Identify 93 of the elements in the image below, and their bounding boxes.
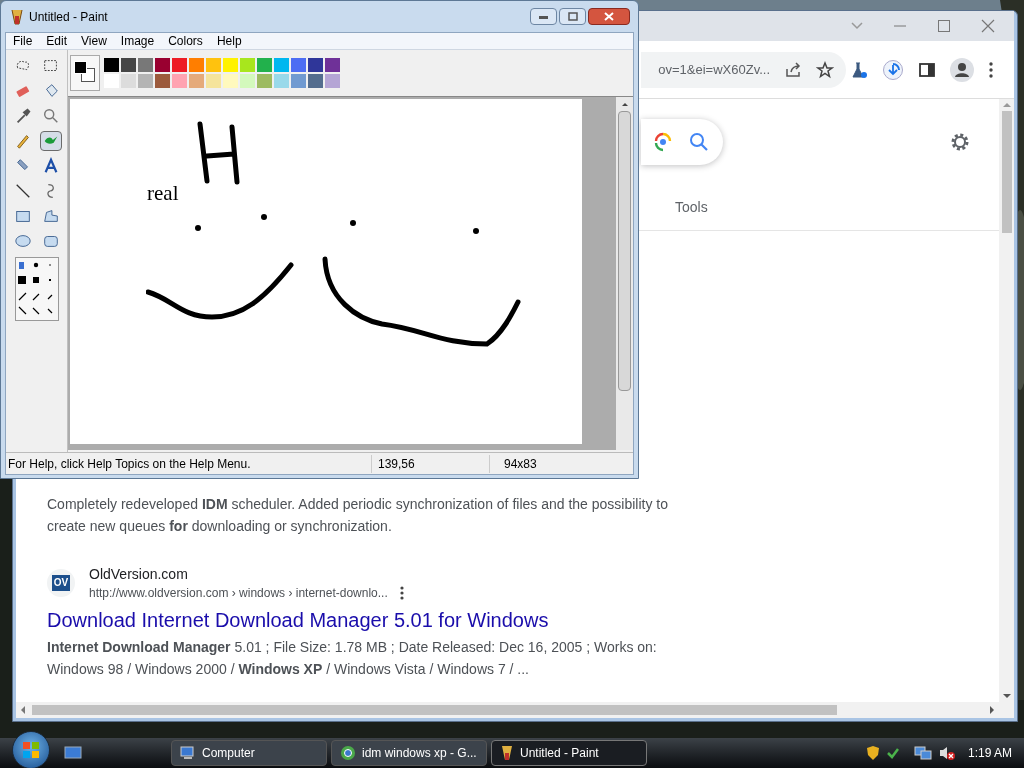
- browser-icon: [340, 745, 356, 761]
- result-snippet: Internet Download Manager 5.01 ; File Size: 1.78 MB ; Date Released: Dec 16, 2005 ; Works on: Windows 98 / Windows 2000 / Windows XP / Windows Vista / Windows 7 / ...: [47, 638, 658, 679]
- color-swatch[interactable]: [104, 58, 119, 72]
- favicon-text: OV: [51, 575, 71, 591]
- color-swatch[interactable]: [138, 58, 153, 72]
- horizontal-scrollbar[interactable]: [16, 702, 999, 718]
- color-swatch[interactable]: [274, 74, 289, 88]
- network-icon[interactable]: [913, 745, 932, 761]
- maximize-icon: [567, 12, 578, 21]
- menu-item[interactable]: Help: [209, 32, 249, 50]
- search-icon[interactable]: [689, 131, 709, 152]
- current-colors[interactable]: [70, 55, 100, 91]
- camera-search-icon[interactable]: [653, 131, 673, 152]
- share-icon[interactable]: [784, 60, 802, 79]
- brush-icon[interactable]: [39, 131, 62, 151]
- tab-search-icon[interactable]: [850, 21, 864, 31]
- scroll-thumb[interactable]: [32, 705, 837, 715]
- taskbar-button[interactable]: Untitled - Paint: [491, 740, 647, 766]
- download-icon[interactable]: [882, 58, 904, 81]
- color-swatch[interactable]: [308, 74, 323, 88]
- color-swatch[interactable]: [308, 58, 323, 72]
- color-swatch[interactable]: [206, 74, 221, 88]
- clock: 1:19 AM: [967, 745, 1012, 762]
- check-icon[interactable]: [885, 746, 900, 760]
- canvas-text: real: [147, 183, 179, 204]
- color-swatch[interactable]: [189, 58, 204, 72]
- avatar-icon[interactable]: [950, 57, 974, 82]
- menu-item[interactable]: File: [6, 32, 40, 50]
- cursor-position: 139,56: [372, 454, 490, 473]
- site-url: http://www.oldversion.com › windows › internet-downlo...: [89, 585, 388, 602]
- menu-icon[interactable]: [988, 60, 994, 79]
- result-snippet: Completely redeveloped IDM scheduler. Added periodic synchronization of files and the possibility to create new queues for downloading or synchronization.: [47, 495, 670, 536]
- color-swatch[interactable]: [206, 58, 221, 72]
- windows-logo-icon: [22, 741, 40, 759]
- maximize-icon[interactable]: [936, 18, 952, 34]
- color-swatch[interactable]: [325, 74, 340, 88]
- address-text: ov=1&ei=wX60Zv...: [658, 60, 770, 79]
- minimize-button[interactable]: [530, 8, 557, 25]
- maximize-button[interactable]: [559, 8, 586, 25]
- status-help-text: For Help, click Help Topics on the Help Menu.: [6, 454, 372, 473]
- menu-item[interactable]: Edit: [39, 32, 75, 50]
- show-desktop-icon[interactable]: [64, 746, 82, 760]
- color-swatch[interactable]: [223, 74, 238, 88]
- scroll-left-icon: [20, 706, 26, 714]
- paint-app-icon: [9, 7, 25, 26]
- color-swatch[interactable]: [257, 74, 272, 88]
- close-icon[interactable]: [980, 18, 996, 34]
- brush-shape-options[interactable]: [14, 257, 59, 321]
- color-swatch[interactable]: [274, 58, 289, 72]
- menu-item[interactable]: Image: [113, 32, 162, 50]
- color-swatch[interactable]: [240, 74, 255, 88]
- close-icon: [604, 12, 614, 21]
- color-swatch[interactable]: [240, 58, 255, 72]
- menu-item[interactable]: View: [74, 32, 114, 50]
- side-panel-icon[interactable]: [918, 60, 936, 79]
- search-box[interactable]: [641, 118, 723, 165]
- color-swatch[interactable]: [172, 74, 187, 88]
- scroll-thumb[interactable]: [1001, 111, 1012, 233]
- window-title: Untitled - Paint: [29, 8, 108, 26]
- taskbar-button[interactable]: Computer: [171, 740, 327, 766]
- drawing-canvas[interactable]: real: [70, 99, 582, 444]
- color-swatch[interactable]: [257, 58, 272, 72]
- menu-item[interactable]: Colors: [161, 32, 210, 50]
- selection-size: 94x83: [503, 455, 538, 473]
- start-button[interactable]: [12, 731, 50, 768]
- taskbar-button[interactable]: idm windows xp - G...: [331, 740, 487, 766]
- paint-app-icon: [500, 745, 514, 761]
- minimize-icon: [539, 14, 548, 19]
- vertical-scrollbar[interactable]: [616, 97, 633, 450]
- color-swatch[interactable]: [155, 58, 170, 72]
- color-swatch[interactable]: [172, 58, 187, 72]
- flask-icon[interactable]: [850, 60, 868, 79]
- color-swatch[interactable]: [325, 58, 340, 72]
- color-swatch[interactable]: [291, 74, 306, 88]
- close-button[interactable]: [588, 8, 630, 25]
- color-swatch[interactable]: [223, 58, 238, 72]
- star-icon[interactable]: [816, 60, 834, 79]
- scroll-right-icon: [989, 706, 995, 714]
- tools-tab[interactable]: Tools: [675, 196, 708, 218]
- color-swatch[interactable]: [291, 58, 306, 72]
- computer-icon: [180, 745, 196, 761]
- shield-icon[interactable]: [865, 745, 880, 761]
- vertical-scrollbar[interactable]: [999, 99, 1014, 718]
- site-name: OldVersion.com: [89, 565, 189, 584]
- color-swatch[interactable]: [189, 74, 204, 88]
- muted-speaker-icon[interactable]: [937, 745, 956, 761]
- more-icon[interactable]: [399, 586, 404, 600]
- result-title-link[interactable]: Download Internet Download Manager 5.01 for Windows: [47, 606, 681, 634]
- scroll-thumb[interactable]: [618, 111, 631, 391]
- color-swatch[interactable]: [155, 74, 170, 88]
- color-swatch[interactable]: [138, 74, 153, 88]
- color-swatch[interactable]: [121, 58, 136, 72]
- address-bar[interactable]: ov=1&ei=wX60Zv...: [641, 51, 846, 88]
